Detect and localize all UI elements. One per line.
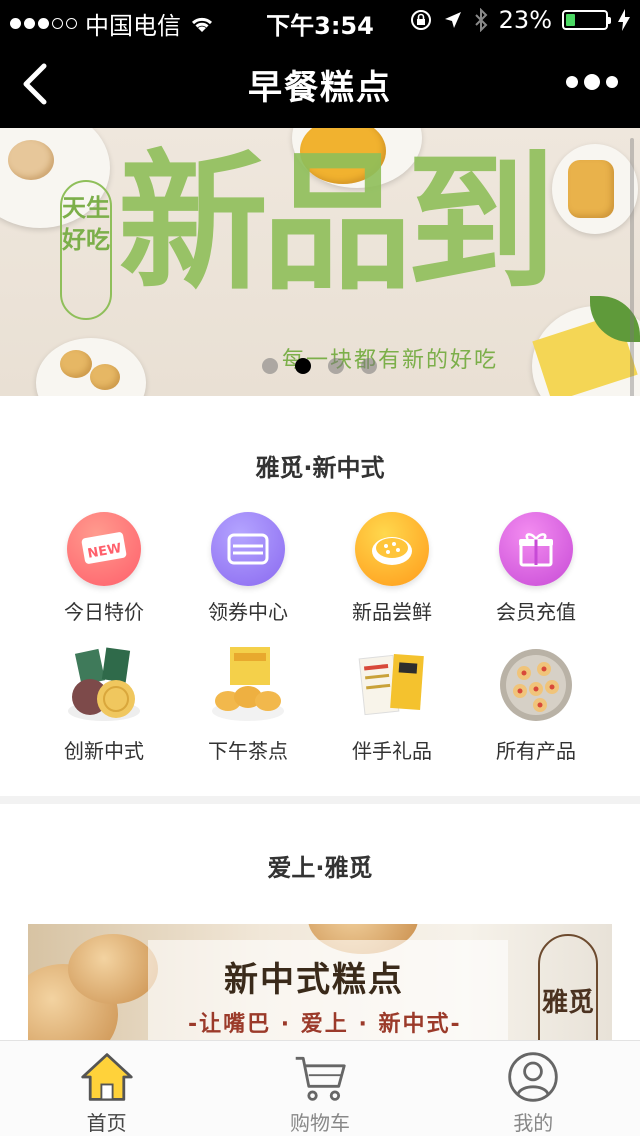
section-title: 雅觅·新中式: [255, 454, 385, 482]
category-member-topup[interactable]: 会员充值: [464, 512, 608, 625]
wafer-image: [568, 160, 614, 218]
orientation-lock-icon: [410, 10, 431, 30]
user-icon: [508, 1052, 559, 1102]
page-scrollbar[interactable]: [630, 138, 634, 396]
carousel-dot[interactable]: [262, 358, 278, 374]
category-label: 所有产品: [496, 739, 576, 763]
carousel-dot[interactable]: [328, 358, 344, 374]
category-label: 领券中心: [208, 600, 288, 624]
new-tag-icon: NEW: [67, 512, 141, 586]
cart-icon: [295, 1056, 346, 1101]
category-label: 创新中式: [64, 739, 144, 763]
more-dots-icon: [566, 76, 578, 88]
chevron-left-icon: [23, 63, 47, 105]
home-icon: [80, 1053, 133, 1101]
mooncake-photo-icon: [64, 645, 144, 725]
carousel-dot[interactable]: [361, 358, 377, 374]
brand-section: 爱上·雅觅 新中式糕点 -让嘴巴 · 爱上 · 新中式- 雅觅: [0, 804, 640, 1040]
gift-box-photo-icon: [352, 645, 432, 725]
biscuit-image: [8, 140, 54, 180]
banner-side-text: 天生好吃: [60, 180, 112, 320]
tab-home[interactable]: 首页: [0, 1041, 213, 1136]
status-right: 23%: [409, 6, 630, 34]
pastry-photo-icon: [208, 645, 288, 725]
category-afternoon-tea[interactable]: 下午茶点: [176, 645, 320, 764]
cookie-plate-photo-icon: [496, 645, 576, 725]
category-label: 伴手礼品: [352, 739, 432, 763]
category-all-products[interactable]: 所有产品: [464, 645, 608, 764]
category-new-products[interactable]: 新品尝鲜: [320, 512, 464, 625]
pie-icon: [355, 512, 429, 586]
battery-percent: 23%: [498, 6, 552, 34]
coupon-icon: [211, 512, 285, 586]
more-button[interactable]: [566, 74, 618, 90]
tab-bar: 首页 购物车 我的: [0, 1040, 640, 1136]
gift-icon: [499, 512, 573, 586]
promo-banner[interactable]: 新中式糕点 -让嘴巴 · 爱上 · 新中式- 雅觅: [28, 924, 612, 1040]
status-bar: 中国电信 下午3:54 23%: [0, 0, 640, 40]
navigation-bar: 早餐糕点: [0, 40, 640, 128]
tab-label: 首页: [86, 1111, 127, 1135]
category-gifts[interactable]: 伴手礼品: [320, 645, 464, 764]
tab-label: 我的: [513, 1111, 554, 1135]
carousel-indicators[interactable]: [262, 358, 377, 374]
banner-headline: 新品到: [118, 135, 556, 311]
charging-icon: [618, 9, 630, 31]
category-today-deals[interactable]: NEW 今日特价: [32, 512, 176, 625]
tab-profile[interactable]: 我的: [427, 1041, 640, 1136]
bread-image: [68, 934, 158, 1004]
brand-seal: 雅觅: [538, 934, 598, 1040]
back-button[interactable]: [14, 58, 58, 110]
promo-headline: 新中式糕点: [224, 960, 404, 1000]
category-label: 会员充值: [496, 600, 576, 624]
section-divider: [0, 796, 640, 804]
section-title: 爱上·雅觅: [267, 854, 373, 882]
banner-carousel[interactable]: 天生好吃 新品到 每一块都有新的好吃: [0, 128, 640, 396]
tab-label: 购物车: [289, 1111, 350, 1135]
category-grid: NEW 今日特价 领券中心 新品尝鲜 会员充值 创新中式 下午茶点 伴手礼品 所…: [32, 512, 608, 764]
cookie-image: [60, 350, 92, 378]
category-innovative-chinese[interactable]: 创新中式: [32, 645, 176, 764]
category-label: 下午茶点: [208, 739, 288, 763]
tab-cart[interactable]: 购物车: [213, 1041, 426, 1136]
battery-icon: [562, 10, 611, 30]
category-label: 今日特价: [64, 600, 144, 624]
location-icon: [444, 12, 461, 28]
bluetooth-icon: [474, 8, 488, 32]
category-coupon-center[interactable]: 领券中心: [176, 512, 320, 625]
category-section: 雅觅·新中式 NEW 今日特价 领券中心 新品尝鲜 会员充值 创新中式 下午茶点…: [0, 400, 640, 796]
page-title: 早餐糕点: [248, 68, 392, 108]
carousel-dot[interactable]: [295, 358, 311, 374]
category-label: 新品尝鲜: [352, 600, 432, 624]
cookie-image: [90, 364, 120, 390]
promo-tagline: -让嘴巴 · 爱上 · 新中式-: [188, 1012, 462, 1037]
